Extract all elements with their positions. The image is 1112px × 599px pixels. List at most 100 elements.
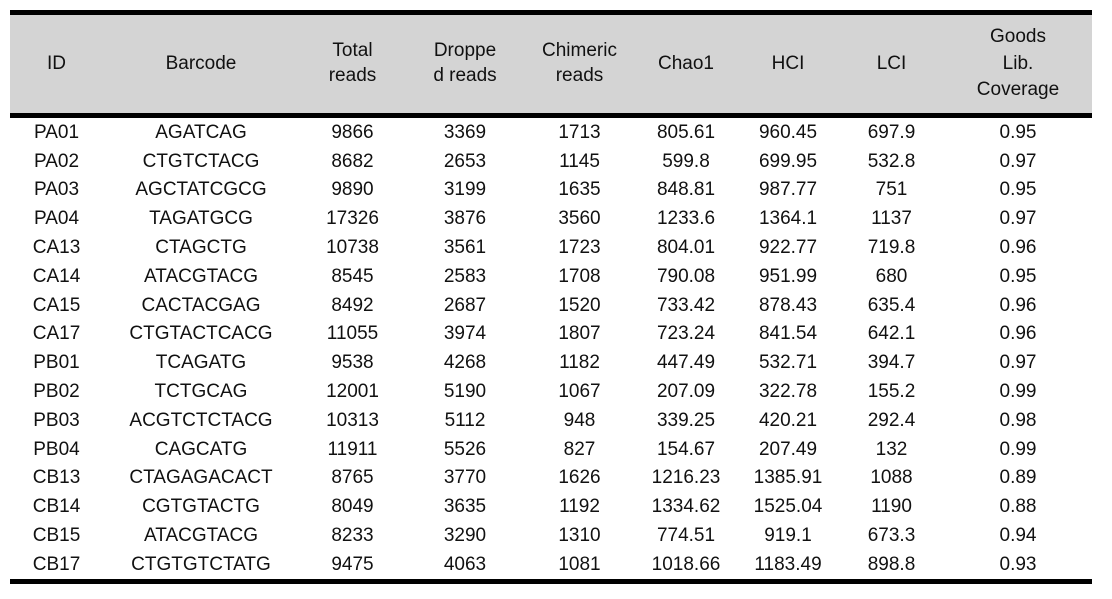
cell-chimeric: 1626 — [558, 467, 601, 489]
cell-hci: 841.54 — [758, 323, 818, 345]
cell-id: CA15 — [32, 294, 81, 316]
cell-dropped: 5526 — [443, 438, 487, 460]
cell-chao1: 154.67 — [656, 438, 716, 460]
sequencing-summary-table: ID Barcode Total reads Droppe d reads Chimer… — [10, 10, 1092, 584]
cell-dropped: 3770 — [443, 467, 487, 489]
cell-lci: 1190 — [871, 496, 912, 518]
cell-lci: 155.2 — [867, 381, 916, 403]
cell-id: CA13 — [32, 237, 81, 259]
table-row: PB03 ACGTCTCTACG 10313 5112 948 339.25 420.21 2… — [10, 406, 1092, 435]
column-header-barcode: Barcode — [103, 10, 299, 118]
cell-total: 9538 — [331, 352, 374, 374]
column-header-label: LCI — [876, 52, 907, 74]
cell-dropped: 5190 — [443, 381, 487, 403]
cell-dropped: 2583 — [443, 265, 487, 287]
cell-chimeric: 1723 — [558, 237, 601, 259]
cell-hci: 987.77 — [758, 179, 818, 201]
table-header-row: ID Barcode Total reads Droppe d reads Chimer… — [10, 10, 1092, 118]
cell-goods: 0.89 — [999, 467, 1037, 489]
cell-chao1: 805.61 — [656, 121, 716, 143]
column-header-label: Chimeric reads — [542, 40, 617, 86]
cell-total: 8682 — [331, 150, 374, 172]
cell-hci: 951.99 — [758, 265, 818, 287]
table-row: PB02 TCTGCAG 12001 5190 1067 207.09 322.78 155.… — [10, 377, 1092, 406]
cell-chao1: 339.25 — [656, 409, 716, 431]
cell-id: PA03 — [33, 179, 80, 201]
table-row: PA02 CTGTCTACG 8682 2653 1145 599.8 699.95 532.… — [10, 147, 1092, 176]
cell-total: 8765 — [331, 467, 374, 489]
cell-barcode: CACTACGAG — [141, 294, 261, 316]
cell-chimeric: 1310 — [558, 525, 601, 547]
cell-goods: 0.99 — [999, 438, 1037, 460]
cell-lci: 898.8 — [839, 549, 944, 584]
cell-chimeric: 1635 — [558, 179, 601, 201]
cell-lci: 719.8 — [867, 237, 916, 259]
cell-goods: 0.93 — [944, 549, 1092, 584]
table-row: CA17 CTGTACTCACG 11055 3974 1807 723.24 841.54… — [10, 320, 1092, 349]
cell-total: 8049 — [331, 496, 374, 518]
column-header-goods: Goods Lib. Coverage — [944, 10, 1092, 118]
cell-chao1: 1018.66 — [635, 549, 737, 584]
column-header-label: Total reads — [328, 40, 377, 86]
cell-goods: 0.97 — [999, 150, 1037, 172]
cell-id: PB01 — [33, 352, 80, 374]
cell-id: CB17 — [10, 549, 103, 584]
cell-dropped: 3561 — [443, 237, 487, 259]
cell-id: PB02 — [33, 381, 80, 403]
cell-goods: 0.96 — [999, 323, 1037, 345]
cell-total: 11055 — [326, 323, 379, 345]
cell-goods: 0.95 — [999, 121, 1037, 143]
cell-total: 10738 — [326, 237, 379, 259]
cell-chimeric: 1192 — [559, 496, 600, 518]
cell-total: 10313 — [326, 409, 379, 431]
cell-lci: 642.1 — [867, 323, 916, 345]
column-header-id: ID — [10, 10, 103, 118]
cell-chimeric: 1081 — [524, 549, 635, 584]
cell-goods: 0.96 — [999, 237, 1037, 259]
column-header-label: Droppe d reads — [433, 40, 497, 86]
cell-dropped: 4063 — [406, 549, 524, 584]
cell-goods: 0.99 — [999, 381, 1037, 403]
cell-total: 12001 — [326, 381, 379, 403]
cell-chimeric: 948 — [563, 409, 596, 431]
cell-total: 9475 — [299, 549, 406, 584]
cell-chao1: 848.81 — [656, 179, 716, 201]
cell-chao1: 1334.62 — [651, 496, 721, 518]
cell-dropped: 2687 — [443, 294, 487, 316]
cell-id: PA02 — [33, 150, 80, 172]
cell-barcode: TAGATGCG — [149, 208, 253, 230]
table-row: CB17 CTGTGTCTATG 9475 4063 1081 1018.66 1183.4… — [10, 549, 1092, 584]
cell-lci: 673.3 — [867, 525, 916, 547]
cell-id: PB03 — [33, 409, 80, 431]
cell-chao1: 790.08 — [656, 265, 716, 287]
cell-id: PA01 — [33, 121, 80, 143]
cell-goods: 0.95 — [999, 265, 1037, 287]
cell-barcode: AGATCAG — [155, 121, 247, 143]
cell-hci: 878.43 — [758, 294, 818, 316]
cell-hci: 1183.49 — [737, 549, 839, 584]
cell-lci: 635.4 — [867, 294, 916, 316]
cell-hci: 922.77 — [758, 237, 818, 259]
cell-total: 11911 — [327, 438, 378, 460]
cell-hci: 207.49 — [758, 438, 818, 460]
cell-goods: 0.94 — [999, 525, 1037, 547]
cell-chao1: 1233.6 — [656, 208, 716, 230]
cell-barcode: TCAGATG — [155, 352, 247, 374]
cell-lci: 751 — [875, 179, 908, 201]
cell-id: CA14 — [32, 265, 81, 287]
cell-hci: 1385.91 — [753, 467, 823, 489]
column-header-label: Chao1 — [658, 52, 714, 74]
column-header-chimeric: Chimeric reads — [524, 10, 635, 118]
cell-dropped: 3369 — [443, 121, 487, 143]
cell-barcode: CTGTCTACG — [142, 150, 260, 172]
cell-total: 9866 — [331, 121, 374, 143]
cell-barcode: CTAGAGACACT — [129, 467, 273, 489]
table-row: PA04 TAGATGCG 17326 3876 3560 1233.6 1364.1 113… — [10, 204, 1092, 233]
table-row: CA13 CTAGCTG 10738 3561 1723 804.01 922.77 719.… — [10, 233, 1092, 262]
cell-dropped: 3974 — [443, 323, 487, 345]
cell-barcode: AGCTATCGCG — [135, 179, 267, 201]
cell-id: PB04 — [33, 438, 80, 460]
cell-goods: 0.95 — [999, 179, 1037, 201]
cell-total: 8545 — [331, 265, 374, 287]
cell-dropped: 3199 — [443, 179, 487, 201]
